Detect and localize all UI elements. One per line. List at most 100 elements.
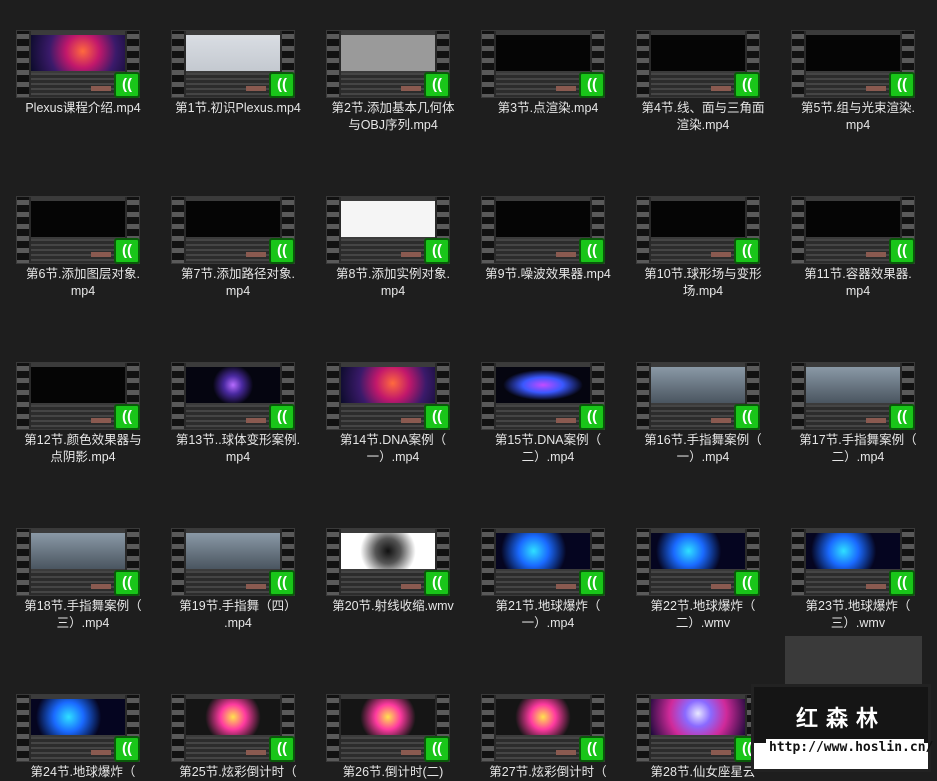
video-play-icon: (( [114, 238, 140, 264]
video-play-icon: (( [114, 570, 140, 596]
file-name: 第27节.炫彩倒计时（ [489, 765, 607, 779]
film-strip-left [17, 363, 29, 429]
film-strip-left [17, 197, 29, 263]
thumbnail-timeline [496, 73, 590, 97]
watermark-title: 红森林 [795, 707, 886, 732]
video-play-icon: (( [424, 570, 450, 596]
thumbnail-timeline [806, 73, 900, 97]
file-name: 第12节.颜色效果器与 点阴影.mp4 [24, 433, 142, 464]
thumbnail-timeline [496, 239, 590, 263]
thumbnail-image [31, 533, 125, 569]
thumbnail-image [496, 699, 590, 735]
video-play-icon: (( [889, 72, 915, 98]
video-play-icon: (( [269, 238, 295, 264]
file-name: 第7节.添加路径对象. mp4 [181, 267, 295, 298]
film-strip-left [792, 197, 804, 263]
film-strip-left [172, 695, 184, 761]
thumbnail-timeline [31, 239, 125, 263]
thumbnail-image [496, 201, 590, 237]
film-strip-left [482, 363, 494, 429]
video-play-icon: (( [579, 736, 605, 762]
file-name: 第23节.地球爆炸（ 三）.wmv [805, 599, 911, 630]
thumbnail-image [31, 367, 125, 403]
film-strip-left [172, 363, 184, 429]
thumbnail-image [496, 367, 590, 403]
timeline-bar [401, 750, 421, 755]
thumbnail-image [651, 699, 745, 735]
timeline-bar [246, 252, 266, 257]
thumbnail-timeline [31, 405, 125, 429]
timeline-bar [246, 418, 266, 423]
video-play-icon: (( [424, 404, 450, 430]
timeline-bar [866, 584, 886, 589]
thumbnail-timeline [651, 73, 745, 97]
video-play-icon: (( [889, 570, 915, 596]
thumbnail-image [31, 35, 125, 71]
timeline-bar [556, 584, 576, 589]
thumbnail-image [31, 201, 125, 237]
thumbnail-image [651, 367, 745, 403]
file-name: 第15节.DNA案例（ 二）.mp4 [494, 433, 602, 464]
thumbnail-image [341, 699, 435, 735]
file-name: Plexus课程介绍.mp4 [25, 101, 141, 115]
timeline-bar [401, 252, 421, 257]
file-name: 第18节.手指舞案例（ 三）.mp4 [24, 599, 142, 630]
video-play-icon: (( [424, 736, 450, 762]
thumbnail-timeline [186, 73, 280, 97]
thumbnail-timeline [31, 737, 125, 761]
timeline-bar [711, 584, 731, 589]
thumbnail-timeline [341, 571, 435, 595]
video-play-icon: (( [269, 570, 295, 596]
film-strip-left [17, 31, 29, 97]
timeline-bar [866, 418, 886, 423]
thumbnail-timeline [806, 405, 900, 429]
thumbnail-image [651, 35, 745, 71]
file-name: 第16节.手指舞案例（ 一）.mp4 [644, 433, 762, 464]
thumbnail-image [806, 367, 900, 403]
thumbnail-image [341, 201, 435, 237]
thumbnail-image [186, 699, 280, 735]
film-strip-left [792, 529, 804, 595]
file-name: 第4节.线、面与三角面 渲染.mp4 [641, 101, 765, 132]
thumbnail-image [806, 533, 900, 569]
video-play-icon: (( [424, 72, 450, 98]
thumbnail-timeline [496, 405, 590, 429]
file-name: 第14节.DNA案例（ 一）.mp4 [339, 433, 447, 464]
file-name: 第9节.噪波效果器.mp4 [485, 267, 611, 281]
thumbnail-image [806, 201, 900, 237]
timeline-bar [556, 252, 576, 257]
file-name: 第6节.添加图层对象. mp4 [26, 267, 140, 298]
thumbnail-image [186, 35, 280, 71]
film-strip-left [327, 31, 339, 97]
thumbnail-image [341, 35, 435, 71]
film-strip-left [482, 197, 494, 263]
video-play-icon: (( [114, 736, 140, 762]
file-name: 第5节.组与光束渲染. mp4 [801, 101, 915, 132]
file-name: 第24节.地球爆炸（ [30, 765, 136, 779]
timeline-bar [711, 86, 731, 91]
thumbnail-timeline [186, 239, 280, 263]
film-strip-left [637, 31, 649, 97]
timeline-bar [556, 418, 576, 423]
file-name: 第25节.炫彩倒计时（ [179, 765, 297, 779]
video-play-icon: (( [579, 570, 605, 596]
file-name: 第21节.地球爆炸（ 一）.mp4 [495, 599, 601, 630]
timeline-bar [866, 252, 886, 257]
file-name: 第22节.地球爆炸（ 二）.wmv [650, 599, 756, 630]
thumbnail-timeline [341, 73, 435, 97]
timeline-bar [556, 86, 576, 91]
thumbnail-timeline [31, 571, 125, 595]
video-play-icon: (( [269, 736, 295, 762]
timeline-bar [556, 750, 576, 755]
thumbnail-timeline [496, 737, 590, 761]
timeline-bar [91, 584, 111, 589]
file-name: 第17节.手指舞案例（ 二）.mp4 [799, 433, 917, 464]
film-strip-left [792, 363, 804, 429]
timeline-bar [401, 418, 421, 423]
film-strip-left [17, 529, 29, 595]
film-strip-left [637, 363, 649, 429]
file-name: 第20节.射线收缩.wmv [332, 599, 454, 613]
file-name: 第8节.添加实例对象. mp4 [336, 267, 450, 298]
thumbnail-timeline [186, 405, 280, 429]
file-name: 第13节..球体变形案例. mp4 [175, 433, 301, 464]
